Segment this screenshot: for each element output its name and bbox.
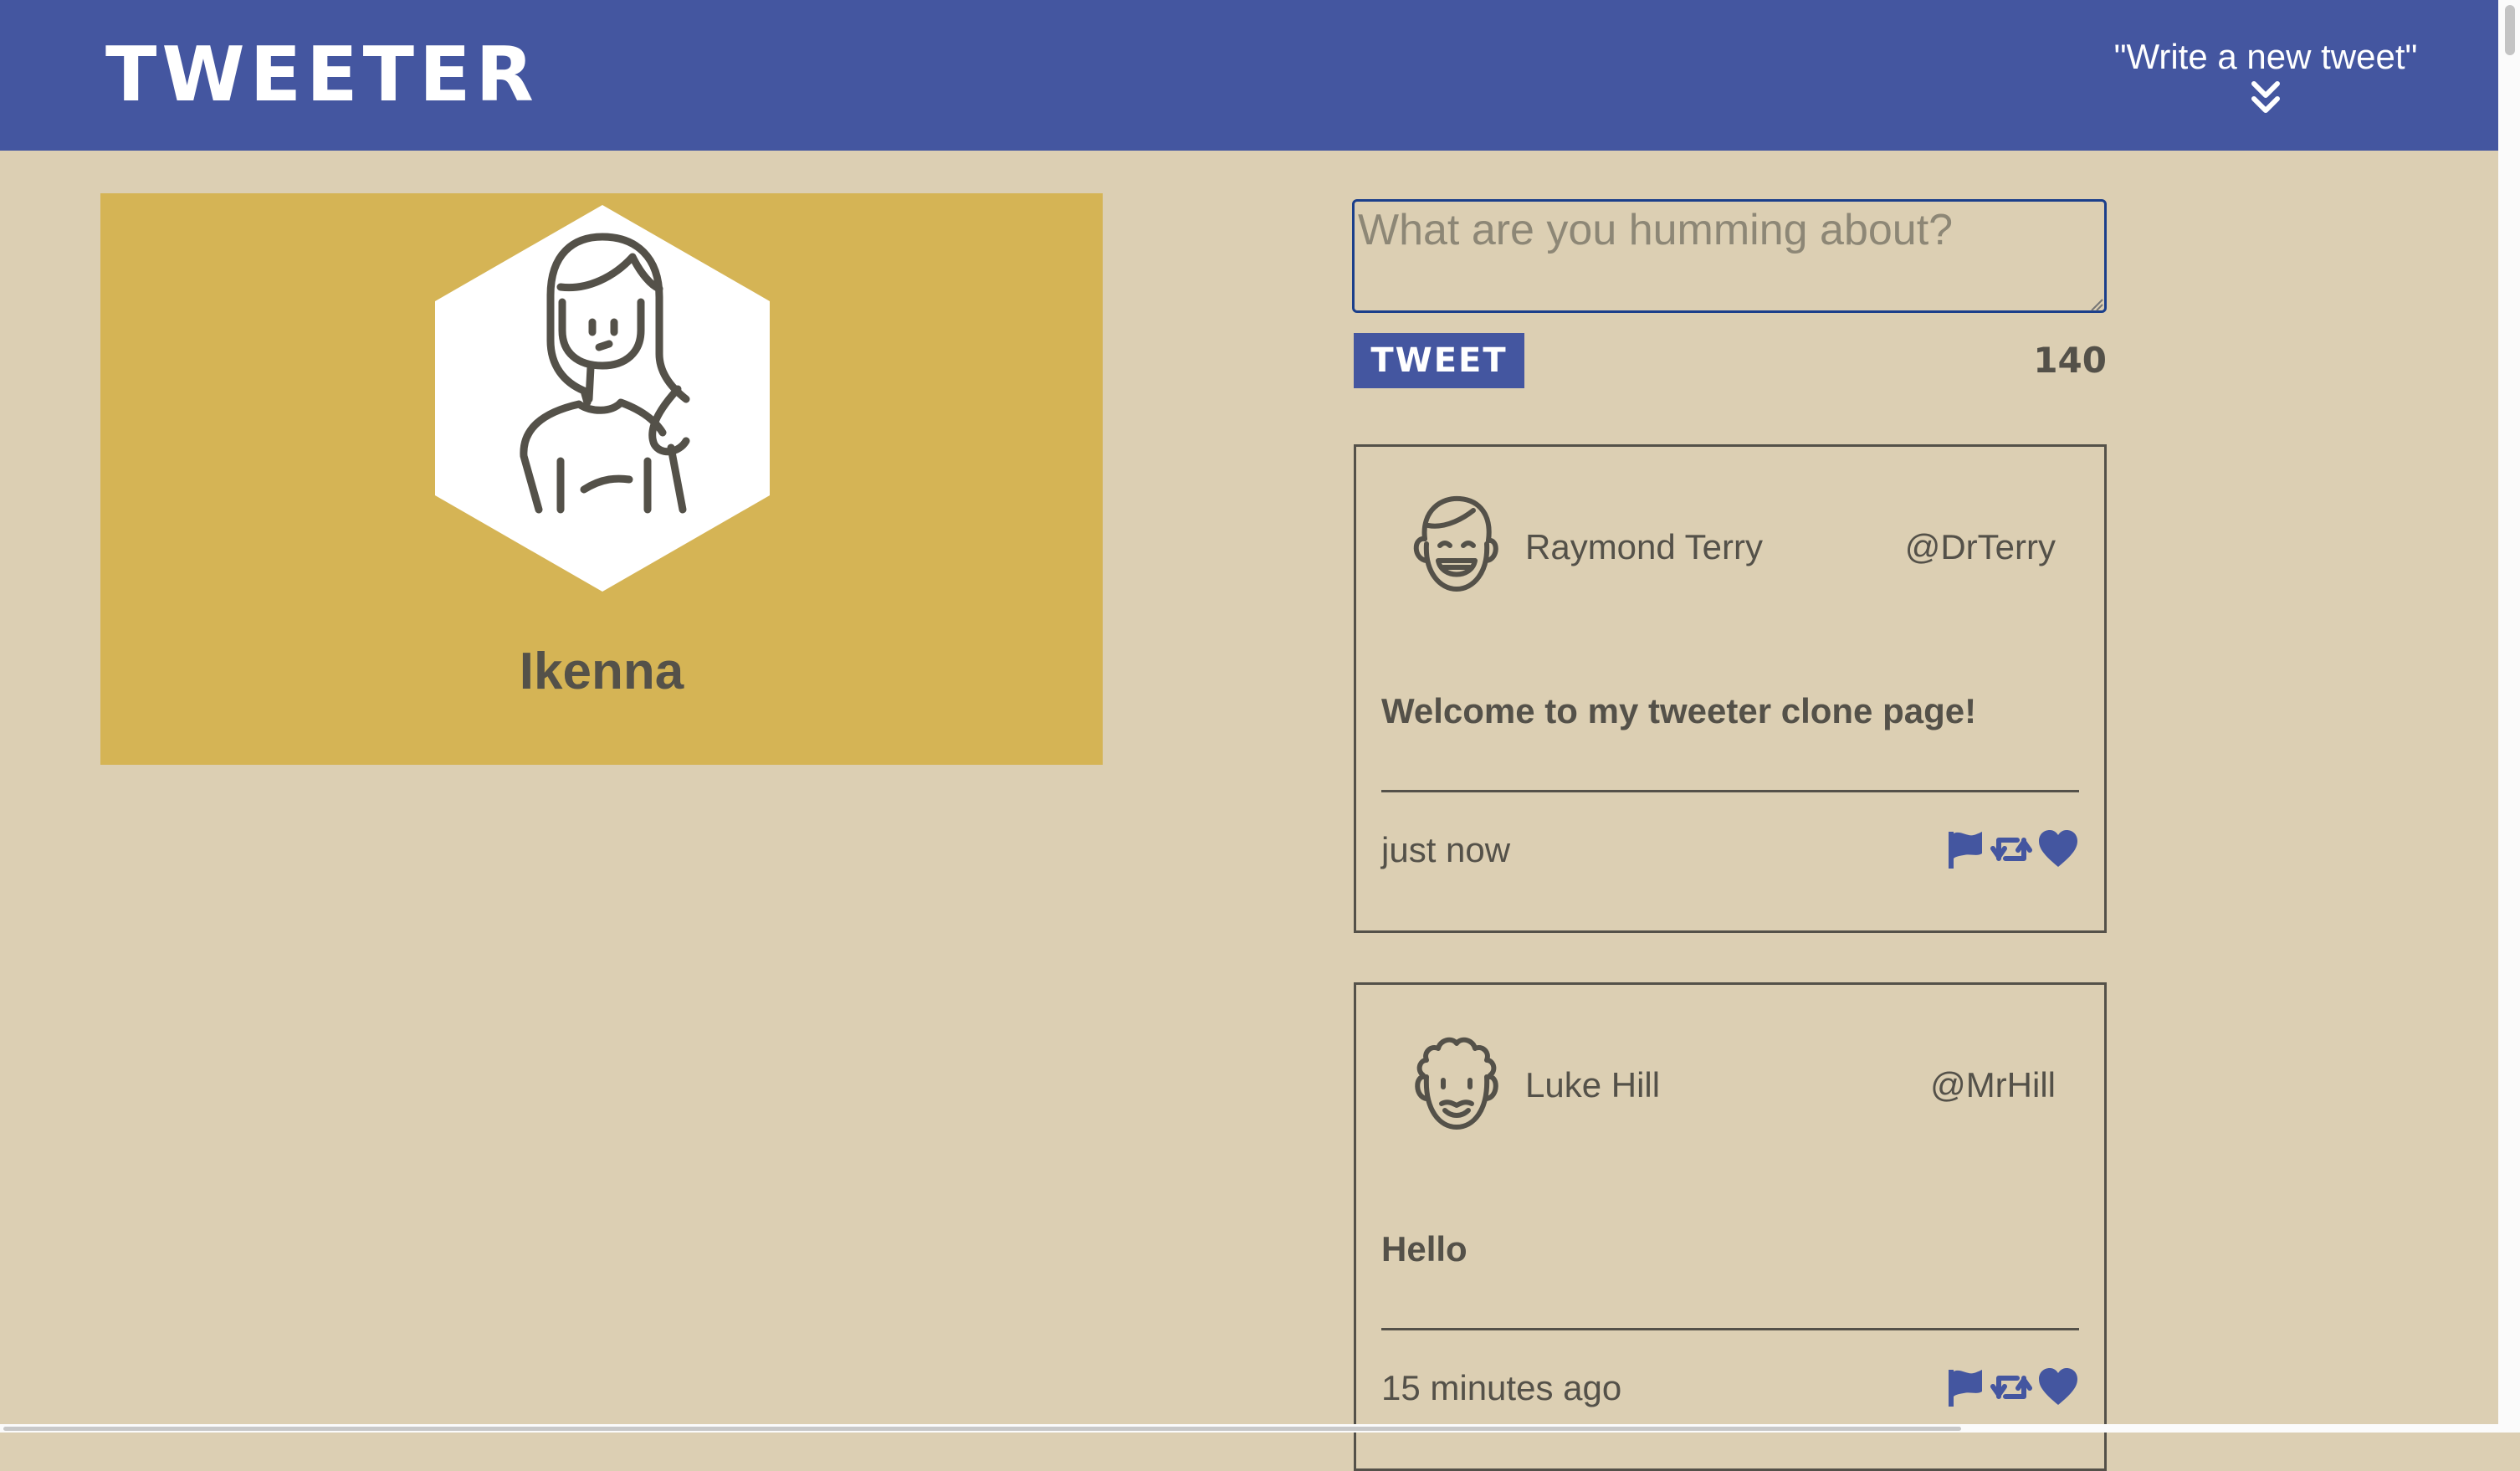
- heart-icon[interactable]: [2037, 828, 2079, 870]
- write-new-tweet-toggle[interactable]: "Write a new tweet": [2090, 33, 2441, 117]
- curly-hair-man-avatar-icon: [1415, 1037, 1498, 1130]
- profile-card: Ikenna: [100, 193, 1103, 765]
- vertical-scrollbar[interactable]: [2498, 0, 2520, 1433]
- double-chevron-down-icon: [2251, 81, 2280, 113]
- woman-avatar-icon: [435, 205, 770, 592]
- resize-handle-icon[interactable]: [2090, 298, 2103, 311]
- tweet-author-handle: @DrTerry: [1904, 527, 2056, 566]
- tweet-content: Welcome to my tweeter clone page!: [1381, 691, 1977, 730]
- vertical-scroll-thumb[interactable]: [2505, 5, 2515, 55]
- horizontal-scrollbar[interactable]: [0, 1424, 2498, 1433]
- tweet-button[interactable]: TWEET: [1354, 333, 1524, 388]
- retweet-icon[interactable]: [1990, 1366, 2032, 1408]
- character-counter: 140: [2033, 340, 2107, 381]
- tweet-timestamp: just now: [1381, 830, 1511, 869]
- tweet-content: Hello: [1381, 1229, 1467, 1269]
- tweet-input[interactable]: [1352, 199, 2107, 313]
- tweet-divider: [1381, 1328, 2079, 1330]
- heart-icon[interactable]: [2037, 1366, 2079, 1408]
- top-navbar: TWEETER "Write a new tweet": [0, 0, 2498, 151]
- tweet-timestamp: 15 minutes ago: [1381, 1368, 1622, 1407]
- app-logo: TWEETER: [105, 31, 539, 119]
- tweet-card: Raymond Terry @DrTerry Welcome to my twe…: [1354, 444, 2107, 933]
- tweet-actions: [1944, 1366, 2079, 1408]
- tweet-divider: [1381, 790, 2079, 792]
- tweet-author-name: Raymond Terry: [1525, 527, 1763, 566]
- tweet-author-name: Luke Hill: [1525, 1065, 1661, 1105]
- tweet-author-handle: @MrHill: [1930, 1065, 2056, 1105]
- smiling-man-avatar-icon: [1413, 495, 1498, 592]
- horizontal-scroll-thumb[interactable]: [3, 1427, 1961, 1431]
- tweet-actions: [1944, 828, 2079, 870]
- flag-icon[interactable]: [1944, 1366, 1985, 1408]
- retweet-icon[interactable]: [1990, 828, 2032, 870]
- write-new-tweet-label: "Write a new tweet": [2113, 37, 2418, 76]
- flag-icon[interactable]: [1944, 828, 1985, 870]
- tweet-card: Luke Hill @MrHill Hello 15 minutes ago: [1354, 982, 2107, 1471]
- profile-name: Ikenna: [519, 643, 684, 700]
